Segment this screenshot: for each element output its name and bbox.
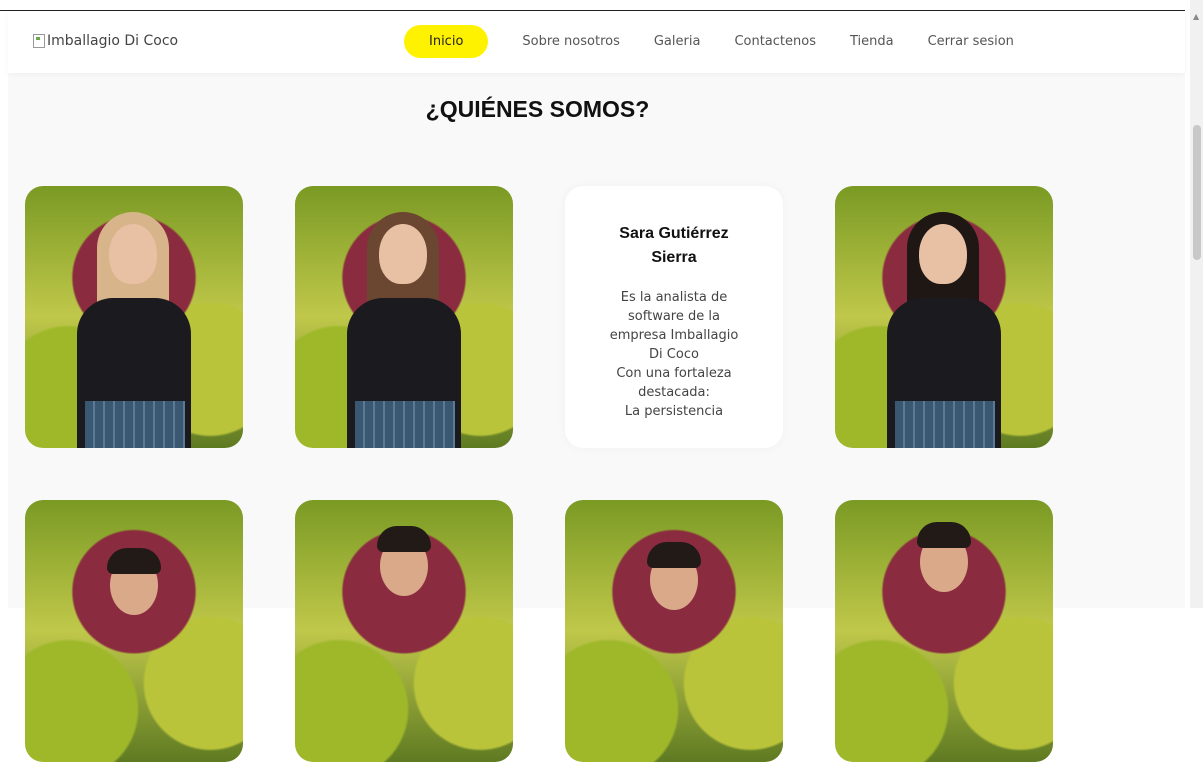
face-shape	[919, 224, 967, 284]
scrollbar-thumb[interactable]	[1193, 125, 1201, 260]
team-member-photo[interactable]	[295, 186, 513, 448]
team-member-photo[interactable]	[25, 500, 243, 762]
team-member-info-card[interactable]: Sara Gutiérrez Sierra Es la analista de …	[565, 186, 783, 448]
hair-shape	[377, 526, 431, 552]
face-shape	[109, 224, 157, 284]
skirt-shape	[85, 401, 185, 448]
team-member-photo[interactable]	[835, 500, 1053, 762]
page-title: ¿QUIÉNES SOMOS?	[425, 96, 650, 122]
logo-alt-text: Imballagio Di Coco	[47, 33, 179, 49]
team-member-photo[interactable]	[565, 500, 783, 762]
hair-shape	[647, 542, 701, 568]
skirt-shape	[895, 401, 995, 448]
nav-galeria[interactable]: Galeria	[654, 34, 701, 49]
scrollbar-track[interactable]	[1190, 0, 1203, 608]
member-name: Sara Gutiérrez Sierra	[619, 225, 729, 266]
site-header: Imballagio Di Coco Inicio Sobre nosotros…	[8, 11, 1185, 73]
face-shape	[379, 224, 427, 284]
scroll-up-arrow-icon[interactable]: ▲	[1193, 12, 1199, 21]
nav-tienda[interactable]: Tienda	[850, 34, 894, 49]
nav-inicio[interactable]: Inicio	[404, 25, 489, 58]
main-nav: Inicio Sobre nosotros Galeria Contacteno…	[404, 25, 1048, 58]
nav-sobre-nosotros[interactable]: Sobre nosotros	[522, 34, 619, 49]
nav-contactenos[interactable]: Contactenos	[734, 34, 816, 49]
logo[interactable]: Imballagio Di Coco	[33, 33, 178, 49]
skirt-shape	[355, 401, 455, 448]
team-member-photo[interactable]	[25, 186, 243, 448]
team-member-photo[interactable]	[295, 500, 513, 762]
member-description: Es la analista de software de la empresa…	[609, 290, 739, 419]
hair-shape	[917, 522, 971, 548]
broken-image-icon	[33, 34, 45, 48]
team-member-photo[interactable]	[835, 186, 1053, 448]
nav-cerrar-sesion[interactable]: Cerrar sesion	[928, 34, 1014, 49]
hair-shape	[107, 548, 161, 574]
